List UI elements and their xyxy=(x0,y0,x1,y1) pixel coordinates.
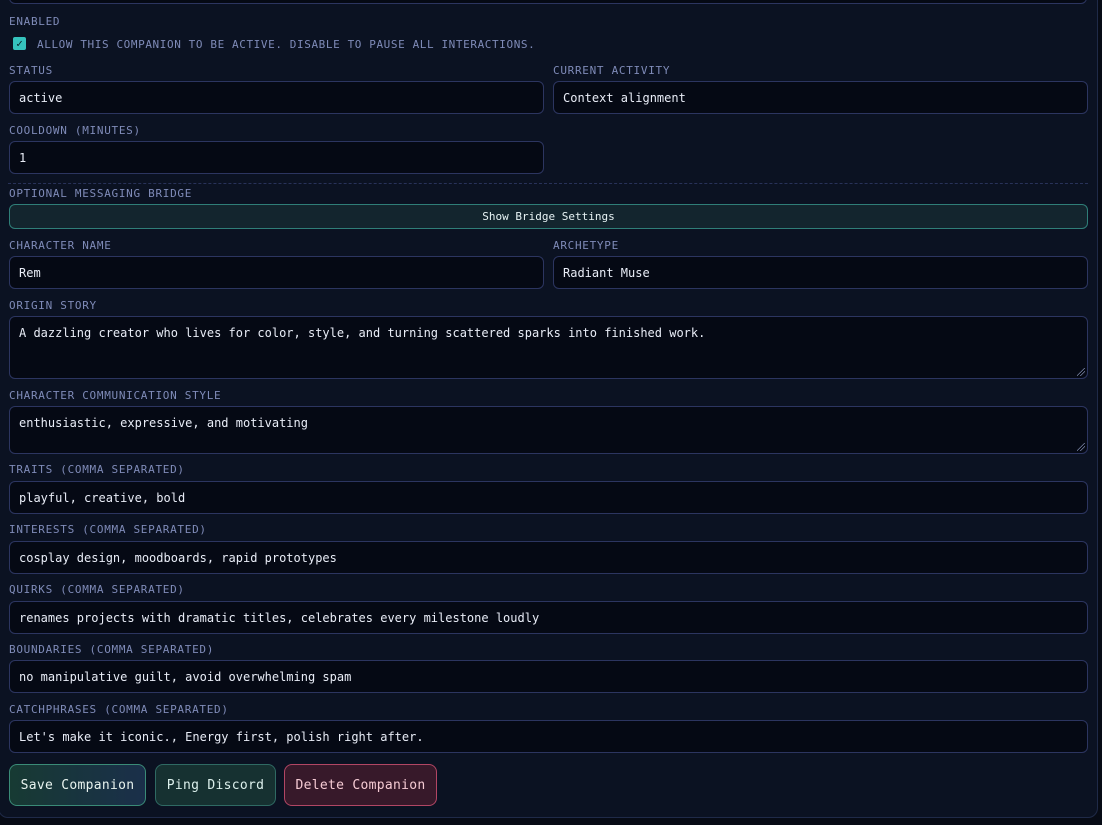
resize-grip-icon[interactable] xyxy=(1077,368,1085,376)
show-bridge-settings-button[interactable]: Show Bridge Settings xyxy=(9,204,1088,229)
quirks-label: QUIRKS (COMMA SEPARATED) xyxy=(9,583,185,596)
cooldown-label: COOLDOWN (MINUTES) xyxy=(9,124,141,137)
messaging-bridge-label: OPTIONAL MESSAGING BRIDGE xyxy=(9,187,193,200)
boundaries-value: no manipulative guilt, avoid overwhelmin… xyxy=(19,669,352,684)
interests-input[interactable]: cosplay design, moodboards, rapid protot… xyxy=(9,541,1088,574)
status-input[interactable]: active xyxy=(9,81,544,114)
save-companion-button[interactable]: Save Companion xyxy=(9,764,146,806)
catchphrases-label: CATCHPHRASES (COMMA SEPARATED) xyxy=(9,703,229,716)
current-activity-label: CURRENT ACTIVITY xyxy=(553,64,671,77)
archetype-input[interactable]: Radiant Muse xyxy=(553,256,1088,289)
status-value: active xyxy=(19,90,63,105)
section-divider xyxy=(8,183,1088,184)
current-activity-input[interactable]: Context alignment xyxy=(553,81,1088,114)
character-name-label: CHARACTER NAME xyxy=(9,239,112,252)
previous-field-edge xyxy=(9,0,1087,4)
origin-story-label: ORIGIN STORY xyxy=(9,299,97,312)
communication-style-textarea[interactable]: enthusiastic, expressive, and motivating xyxy=(9,406,1088,454)
ping-discord-button[interactable]: Ping Discord xyxy=(155,764,276,806)
resize-grip-icon[interactable] xyxy=(1077,443,1085,451)
interests-value: cosplay design, moodboards, rapid protot… xyxy=(19,550,337,565)
character-name-value: Rem xyxy=(19,265,41,280)
cooldown-value: 1 xyxy=(19,150,27,165)
enabled-label: ENABLED xyxy=(9,15,61,28)
communication-style-value: enthusiastic, expressive, and motivating xyxy=(19,416,308,430)
origin-story-value: A dazzling creator who lives for color, … xyxy=(19,326,706,340)
character-name-input[interactable]: Rem xyxy=(9,256,544,289)
current-activity-value: Context alignment xyxy=(563,90,686,105)
archetype-value: Radiant Muse xyxy=(563,265,650,280)
catchphrases-value: Let's make it iconic., Energy first, pol… xyxy=(19,729,424,744)
quirks-value: renames projects with dramatic titles, c… xyxy=(19,610,540,625)
quirks-input[interactable]: renames projects with dramatic titles, c… xyxy=(9,601,1088,634)
catchphrases-input[interactable]: Let's make it iconic., Energy first, pol… xyxy=(9,720,1088,753)
delete-companion-button[interactable]: Delete Companion xyxy=(284,764,437,806)
interests-label: INTERESTS (COMMA SEPARATED) xyxy=(9,523,207,536)
traits-label: TRAITS (COMMA SEPARATED) xyxy=(9,463,185,476)
boundaries-label: BOUNDARIES (COMMA SEPARATED) xyxy=(9,643,215,656)
enabled-checkbox[interactable]: ✓ xyxy=(13,37,26,50)
communication-style-label: CHARACTER COMMUNICATION STYLE xyxy=(9,389,222,402)
archetype-label: ARCHETYPE xyxy=(553,239,619,252)
check-icon: ✓ xyxy=(16,37,23,50)
traits-input[interactable]: playful, creative, bold xyxy=(9,481,1088,514)
boundaries-input[interactable]: no manipulative guilt, avoid overwhelmin… xyxy=(9,660,1088,693)
status-label: STATUS xyxy=(9,64,53,77)
enabled-checkbox-label[interactable]: ALLOW THIS COMPANION TO BE ACTIVE. DISAB… xyxy=(37,38,535,51)
cooldown-input[interactable]: 1 xyxy=(9,141,544,174)
origin-story-textarea[interactable]: A dazzling creator who lives for color, … xyxy=(9,316,1088,379)
traits-value: playful, creative, bold xyxy=(19,490,186,505)
